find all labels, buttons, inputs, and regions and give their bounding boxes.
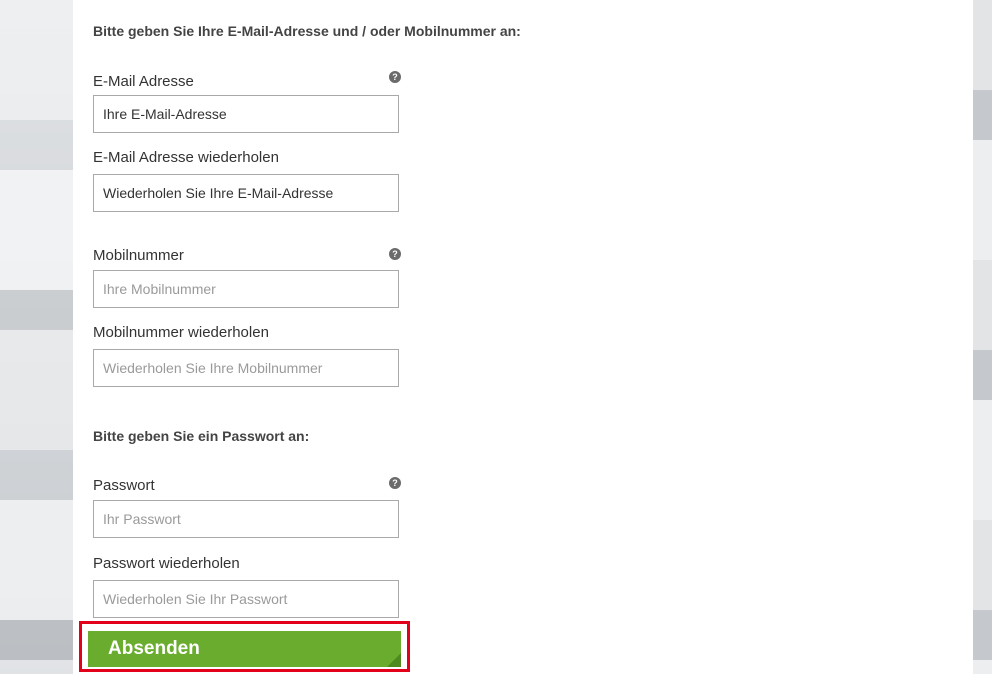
contact-heading: Bitte geben Sie Ihre E-Mail-Adresse und …	[93, 23, 521, 39]
submit-button-label: Absenden	[108, 638, 200, 659]
registration-form-panel: Bitte geben Sie Ihre E-Mail-Adresse und …	[73, 0, 973, 674]
password-repeat-field[interactable]	[93, 580, 399, 618]
password-repeat-label: Passwort wiederholen	[93, 555, 240, 572]
corner-fold-icon	[387, 653, 401, 667]
mobile-label: Mobilnummer	[93, 247, 184, 264]
password-label: Passwort	[93, 477, 155, 494]
submit-button[interactable]: Absenden	[88, 631, 401, 667]
help-icon[interactable]: ?	[389, 477, 401, 489]
mobile-repeat-label: Mobilnummer wiederholen	[93, 324, 269, 341]
password-heading: Bitte geben Sie ein Passwort an:	[93, 428, 310, 444]
background-image-left	[0, 0, 80, 674]
help-icon[interactable]: ?	[389, 71, 401, 83]
email-repeat-label: E-Mail Adresse wiederholen	[93, 149, 279, 166]
background-image-right	[972, 0, 992, 674]
mobile-field[interactable]	[93, 270, 399, 308]
email-repeat-field[interactable]	[93, 174, 399, 212]
help-icon[interactable]: ?	[389, 248, 401, 260]
mobile-repeat-field[interactable]	[93, 349, 399, 387]
email-label: E-Mail Adresse	[93, 73, 194, 90]
email-field[interactable]	[93, 95, 399, 133]
password-field[interactable]	[93, 500, 399, 538]
